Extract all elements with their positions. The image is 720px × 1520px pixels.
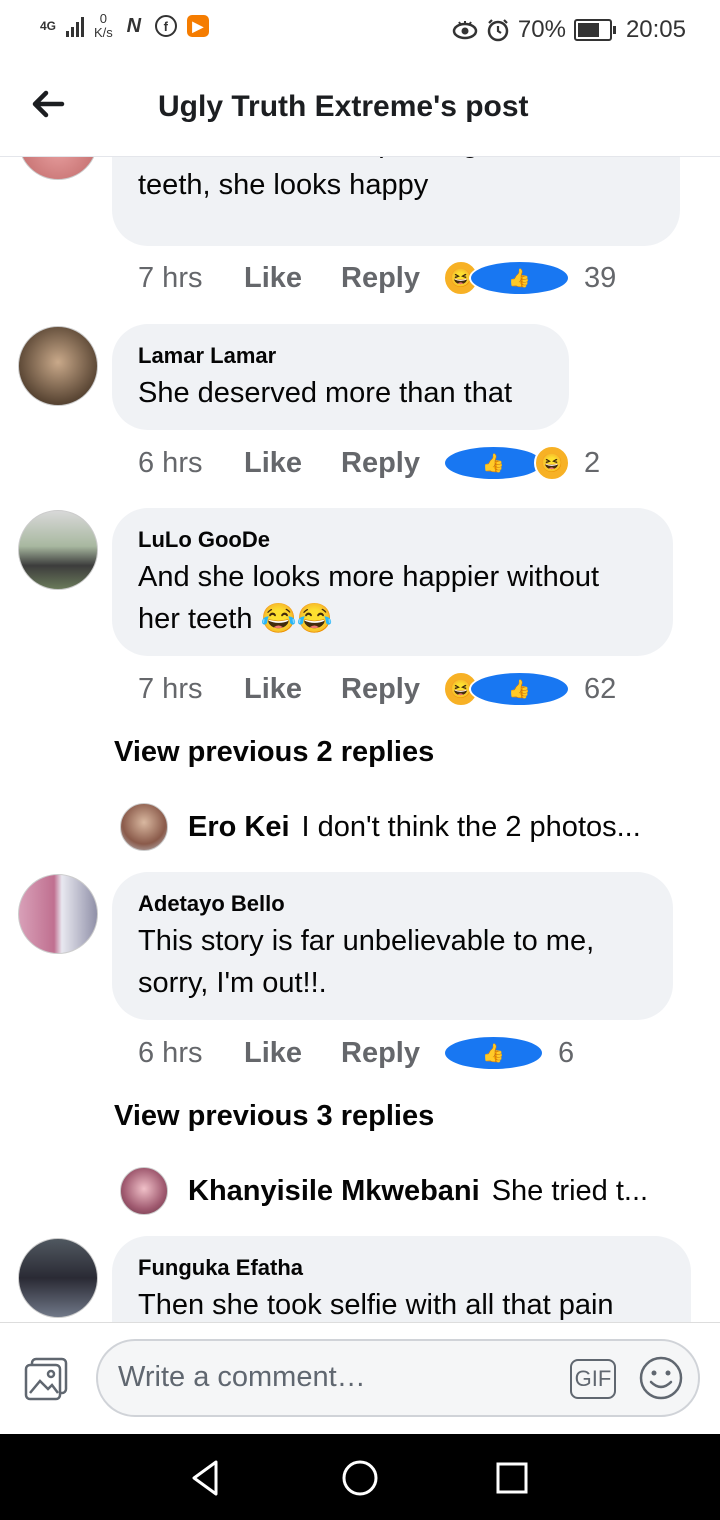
status-right: 70% 20:05	[452, 16, 686, 44]
reply-preview[interactable]: Ero Kei I don't think the 2 photos...	[120, 802, 641, 852]
like-button[interactable]: Like	[244, 1037, 341, 1070]
comment-actions: 7 hrs Like Reply 😆 👍 62	[138, 669, 616, 709]
view-previous-replies-link[interactable]: View previous 2 replies	[114, 736, 434, 769]
like-reaction-icon: 👍	[469, 671, 570, 707]
reply-text: She tried t...	[491, 1174, 649, 1207]
nav-recents-icon[interactable]	[490, 1456, 534, 1500]
reply-author[interactable]: Ero Kei	[188, 811, 290, 844]
reactions[interactable]: 👍	[443, 1035, 544, 1071]
battery-fill	[577, 23, 599, 37]
reply-author[interactable]: Khanyisile Mkwebani	[188, 1175, 480, 1208]
comment-time: 7 hrs	[138, 672, 203, 705]
commenter-name[interactable]: LuLo GooDe	[138, 528, 647, 552]
signal-icon	[66, 15, 85, 37]
like-reaction-icon: 👍	[443, 1035, 544, 1071]
commenter-name[interactable]: Lamar Lamar	[138, 344, 543, 368]
reply-button[interactable]: Reply	[341, 447, 443, 480]
comment-text: And she looks more happier without her t…	[138, 561, 600, 635]
reactions[interactable]: 😆 👍	[443, 671, 570, 707]
avatar[interactable]	[18, 1238, 98, 1318]
comment-time: 6 hrs	[138, 446, 203, 479]
haha-reaction-icon: 😆	[534, 445, 570, 481]
comment-text: She deserved more than that	[138, 377, 513, 409]
comment-bubble[interactable]: Funguka Efatha Then she took selfie with…	[112, 1236, 691, 1322]
emoji-icon[interactable]	[638, 1355, 684, 1401]
comment-input[interactable]: Write a comment… GIF	[96, 1339, 700, 1417]
commenter-name[interactable]: Funguka Efatha	[138, 1256, 665, 1280]
comment-text: Then she took selfie with all that pain	[138, 1289, 614, 1321]
status-bar: 4G 0 K/s N f ▶ 70% 20:05	[0, 0, 720, 60]
post-header: Ugly Truth Extreme's post	[0, 60, 720, 157]
comment-bubble[interactable]: Lamar Lamar She deserved more than that	[112, 324, 569, 430]
reactions[interactable]: 😆 👍	[443, 260, 570, 296]
nav-home-icon[interactable]	[338, 1456, 382, 1500]
comment-bubble[interactable]: Adetayo Bello This story is far unbeliev…	[112, 872, 673, 1020]
like-button[interactable]: Like	[244, 673, 341, 706]
comment-time: 7 hrs	[138, 261, 203, 294]
reply-button[interactable]: Reply	[341, 673, 443, 706]
comment-placeholder: Write a comment…	[118, 1361, 366, 1393]
reply-text: I don't think the 2 photos...	[301, 810, 641, 843]
like-button[interactable]: Like	[244, 447, 341, 480]
comment-bubble[interactable]: LuLo GooDe And she looks more happier wi…	[112, 508, 673, 656]
commenter-name[interactable]: Adetayo Bello	[138, 892, 647, 916]
reply-button[interactable]: Reply	[341, 262, 443, 295]
reply-preview[interactable]: Khanyisile Mkwebani She tried t...	[120, 1166, 648, 1216]
like-button[interactable]: Like	[244, 262, 341, 295]
comment-time: 6 hrs	[138, 1036, 203, 1069]
comment-actions: 6 hrs Like Reply 👍 😆 2	[138, 443, 600, 483]
reaction-count: 2	[584, 446, 601, 479]
photo-icon[interactable]	[22, 1355, 70, 1403]
like-reaction-icon: 👍	[469, 260, 570, 296]
clock: 20:05	[625, 16, 686, 43]
avatar[interactable]	[18, 874, 98, 954]
avatar[interactable]	[18, 326, 98, 406]
net-speed-value: 0	[99, 11, 108, 26]
alarm-icon	[487, 19, 509, 42]
like-reaction-icon: 👍	[443, 445, 544, 481]
status-left: 4G 0 K/s N f ▶	[40, 12, 209, 40]
net-speed: 0 K/s	[94, 12, 113, 40]
reaction-count: 39	[584, 261, 617, 294]
facebook-icon: f	[154, 15, 177, 37]
avatar[interactable]	[120, 1167, 168, 1215]
eye-comfort-icon	[452, 21, 478, 40]
avatar[interactable]	[18, 510, 98, 590]
view-previous-replies-link[interactable]: View previous 3 replies	[114, 1100, 434, 1133]
comment-composer: Write a comment… GIF	[0, 1322, 720, 1435]
reactions[interactable]: 👍 😆	[443, 445, 570, 481]
reaction-count: 6	[558, 1036, 575, 1069]
comments-feed[interactable]: Well, she isn't complaining about the te…	[0, 60, 720, 1322]
network-type: 4G	[40, 19, 57, 33]
reply-button[interactable]: Reply	[341, 1037, 443, 1070]
battery-percent: 70%	[517, 16, 566, 43]
avatar[interactable]	[120, 803, 168, 851]
gif-button[interactable]: GIF	[570, 1359, 616, 1399]
nav-back-icon[interactable]	[184, 1456, 228, 1500]
reaction-count: 62	[584, 672, 617, 705]
battery-icon	[573, 19, 616, 41]
net-speed-unit: K/s	[94, 25, 113, 40]
comment-actions: 7 hrs Like Reply 😆 👍 39	[138, 258, 616, 298]
back-arrow-icon[interactable]	[28, 84, 68, 124]
system-nav-bar	[0, 1434, 720, 1520]
n-app-icon: N	[126, 14, 142, 37]
comment-actions: 6 hrs Like Reply 👍 6	[138, 1033, 574, 1073]
play-app-icon: ▶	[186, 15, 209, 37]
page-title: Ugly Truth Extreme's post	[158, 90, 529, 123]
comment-text: This story is far unbelievable to me, so…	[138, 925, 595, 999]
